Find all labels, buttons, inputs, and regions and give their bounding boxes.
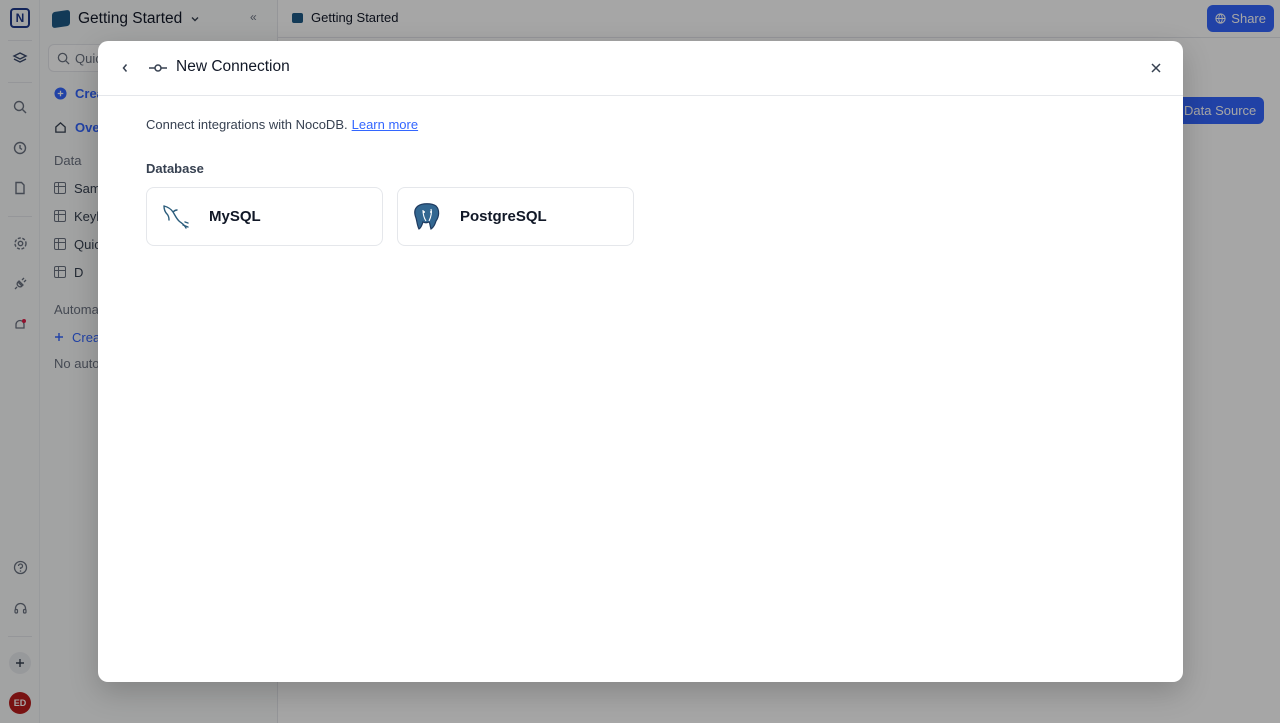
mysql-label: MySQL xyxy=(209,208,261,225)
mysql-option-card[interactable]: MySQL xyxy=(146,187,383,246)
mysql-dolphin-icon xyxy=(159,200,193,234)
modal-header: New Connection xyxy=(98,41,1183,96)
connection-icon xyxy=(148,59,168,77)
modal-title: New Connection xyxy=(176,58,290,75)
new-connection-modal: New Connection Connect integrations with… xyxy=(98,41,1183,682)
close-icon[interactable] xyxy=(1147,59,1165,77)
learn-more-link[interactable]: Learn more xyxy=(352,117,418,132)
postgresql-label: PostgreSQL xyxy=(460,208,547,225)
back-chevron-icon[interactable] xyxy=(116,59,134,77)
postgresql-option-card[interactable]: PostgreSQL xyxy=(397,187,634,246)
database-section-label: Database xyxy=(146,161,204,176)
intro-label: Connect integrations with NocoDB. xyxy=(146,117,348,132)
intro-text: Connect integrations with NocoDB. Learn m… xyxy=(146,117,418,132)
postgresql-elephant-icon xyxy=(410,200,444,234)
